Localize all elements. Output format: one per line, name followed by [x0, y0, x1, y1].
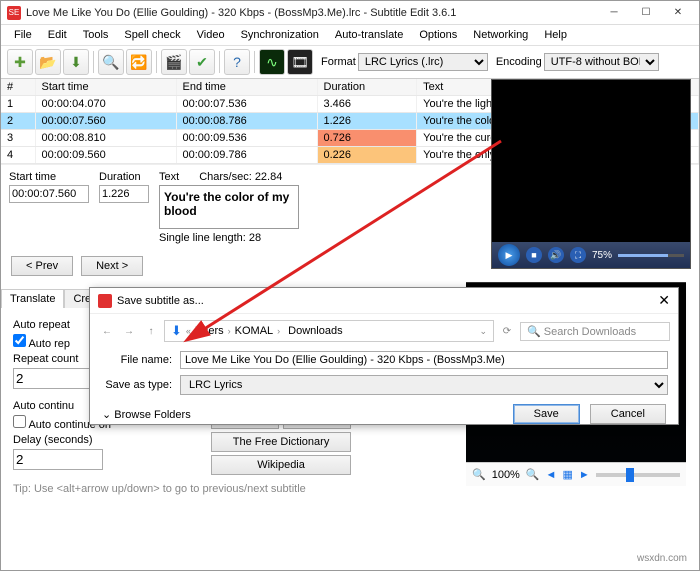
save-type-label: Save as type: — [100, 379, 180, 391]
titlebar: SE Love Me Like You Do (Ellie Goulding) … — [1, 1, 699, 25]
download-icon: ⬇ — [171, 323, 182, 339]
main-window: SE Love Me Like You Do (Ellie Goulding) … — [0, 0, 700, 571]
player-controls: ▶ ■ 🔊 ⛶ 75% — [492, 242, 690, 268]
breadcrumb[interactable]: ⬇ « Users› KOMAL› Downloads ⌄ — [164, 320, 494, 342]
auto-continue-checkbox[interactable] — [13, 415, 26, 428]
prev-button[interactable]: < Prev — [11, 256, 73, 276]
dialog-close-icon[interactable]: ✕ — [658, 292, 670, 309]
encoding-combo[interactable]: UTF-8 without BOM — [544, 53, 659, 71]
window-title: Love Me Like You Do (Ellie Goulding) - 3… — [26, 7, 456, 19]
encoding-label: Encoding — [496, 56, 542, 68]
auto-repeat-label: Auto rep — [28, 338, 70, 350]
filename-input[interactable] — [180, 351, 668, 369]
menu-file[interactable]: File — [7, 27, 39, 43]
fix-icon[interactable]: 🎬 — [161, 49, 187, 75]
watermark: wsxdn.com — [637, 553, 687, 564]
subtitle-text-input[interactable]: You're the color of my blood — [159, 185, 299, 229]
crumb-komal[interactable]: KOMAL — [235, 325, 274, 337]
save-icon[interactable]: ⬇ — [63, 49, 89, 75]
dialog-app-icon — [98, 294, 112, 308]
toolbar: ✚ 📂 ⬇ 🔍 🔁 🎬 ✔ ? ∿ 🎞 Format LRC Lyrics (.… — [1, 46, 699, 79]
app-icon: SE — [7, 6, 21, 20]
tip-text: Tip: Use <alt+arrow up/down> to go to pr… — [13, 483, 454, 495]
cancel-button[interactable]: Cancel — [590, 404, 666, 424]
progress-text: 75% — [592, 250, 612, 261]
text-label: Text — [159, 171, 179, 183]
zoom-level: 100% — [492, 469, 520, 481]
stop-icon[interactable]: ■ — [526, 247, 542, 263]
open-file-icon[interactable]: 📂 — [35, 49, 61, 75]
col-end[interactable]: End time — [176, 79, 317, 96]
menu-sync[interactable]: Synchronization — [234, 27, 326, 43]
menubar: File Edit Tools Spell check Video Synchr… — [1, 25, 699, 46]
seek-end-icon[interactable]: ► — [579, 469, 590, 481]
new-file-icon[interactable]: ✚ — [7, 49, 33, 75]
video-preview[interactable] — [492, 80, 690, 242]
nav-back-icon[interactable]: ← — [98, 322, 116, 340]
start-time-label: Start time — [9, 171, 89, 183]
save-dialog: Save subtitle as... ✕ ← → ↑ ⬇ « Users› K… — [89, 287, 679, 425]
find-icon[interactable]: 🔍 — [98, 49, 124, 75]
crumb-users[interactable]: Users — [195, 325, 224, 337]
dialog-title: Save subtitle as... — [117, 295, 204, 307]
menu-networking[interactable]: Networking — [466, 27, 535, 43]
spectrogram-icon[interactable]: 🎞 — [287, 49, 313, 75]
nav-fwd-icon[interactable]: → — [120, 322, 138, 340]
zoom-slider[interactable] — [596, 473, 680, 477]
refresh-icon[interactable]: ⟳ — [498, 322, 516, 340]
col-start[interactable]: Start time — [35, 79, 176, 96]
minimize-button[interactable]: ─ — [599, 4, 629, 22]
spellcheck-icon[interactable]: ✔ — [189, 49, 215, 75]
menu-help[interactable]: Help — [537, 27, 574, 43]
replace-icon[interactable]: 🔁 — [126, 49, 152, 75]
menu-edit[interactable]: Edit — [41, 27, 74, 43]
seek-start-icon[interactable]: ◄ — [546, 469, 557, 481]
tab-translate[interactable]: Translate — [1, 289, 64, 308]
help-icon[interactable]: ? — [224, 49, 250, 75]
filename-label: File name: — [100, 354, 180, 366]
menu-options[interactable]: Options — [412, 27, 464, 43]
fullscreen-icon[interactable]: ⛶ — [570, 247, 586, 263]
start-time-input[interactable] — [9, 185, 89, 203]
duration-label: Duration — [99, 171, 149, 183]
delay-label: Delay (seconds) — [13, 434, 111, 446]
browse-folders[interactable]: ⌄ Browse Folders — [102, 408, 191, 421]
format-combo[interactable]: LRC Lyrics (.lrc) — [358, 53, 488, 71]
free-dictionary-button[interactable]: The Free Dictionary — [211, 432, 351, 452]
slider-thumb[interactable] — [626, 468, 634, 482]
zoom-out-icon[interactable]: 🔍 — [472, 468, 486, 481]
duration-input[interactable] — [99, 185, 149, 203]
close-button[interactable]: ✕ — [663, 4, 693, 22]
chars-per-sec: Chars/sec: 22.84 — [199, 171, 282, 185]
zoom-in-icon[interactable]: 🔍 — [526, 468, 540, 481]
menu-video[interactable]: Video — [190, 27, 232, 43]
crumb-downloads[interactable]: Downloads — [288, 325, 342, 337]
col-dur[interactable]: Duration — [317, 79, 417, 96]
menu-tools[interactable]: Tools — [76, 27, 116, 43]
col-num[interactable]: # — [1, 79, 35, 96]
grid-icon[interactable]: ▦ — [562, 468, 572, 481]
save-button[interactable]: Save — [513, 404, 580, 424]
format-label: Format — [321, 56, 356, 68]
volume-icon[interactable]: 🔊 — [548, 247, 564, 263]
delay-input[interactable] — [13, 449, 103, 470]
maximize-button[interactable]: ☐ — [631, 4, 661, 22]
menu-spellcheck[interactable]: Spell check — [117, 27, 187, 43]
auto-repeat-checkbox[interactable] — [13, 334, 26, 347]
next-button[interactable]: Next > — [81, 256, 143, 276]
wikipedia-button[interactable]: Wikipedia — [211, 455, 351, 475]
menu-autotranslate[interactable]: Auto-translate — [328, 27, 410, 43]
search-input[interactable]: 🔍 Search Downloads — [520, 322, 670, 341]
save-type-combo[interactable]: LRC Lyrics — [180, 375, 668, 395]
waveform-icon[interactable]: ∿ — [259, 49, 285, 75]
play-icon[interactable]: ▶ — [498, 244, 520, 266]
nav-up-icon[interactable]: ↑ — [142, 322, 160, 340]
